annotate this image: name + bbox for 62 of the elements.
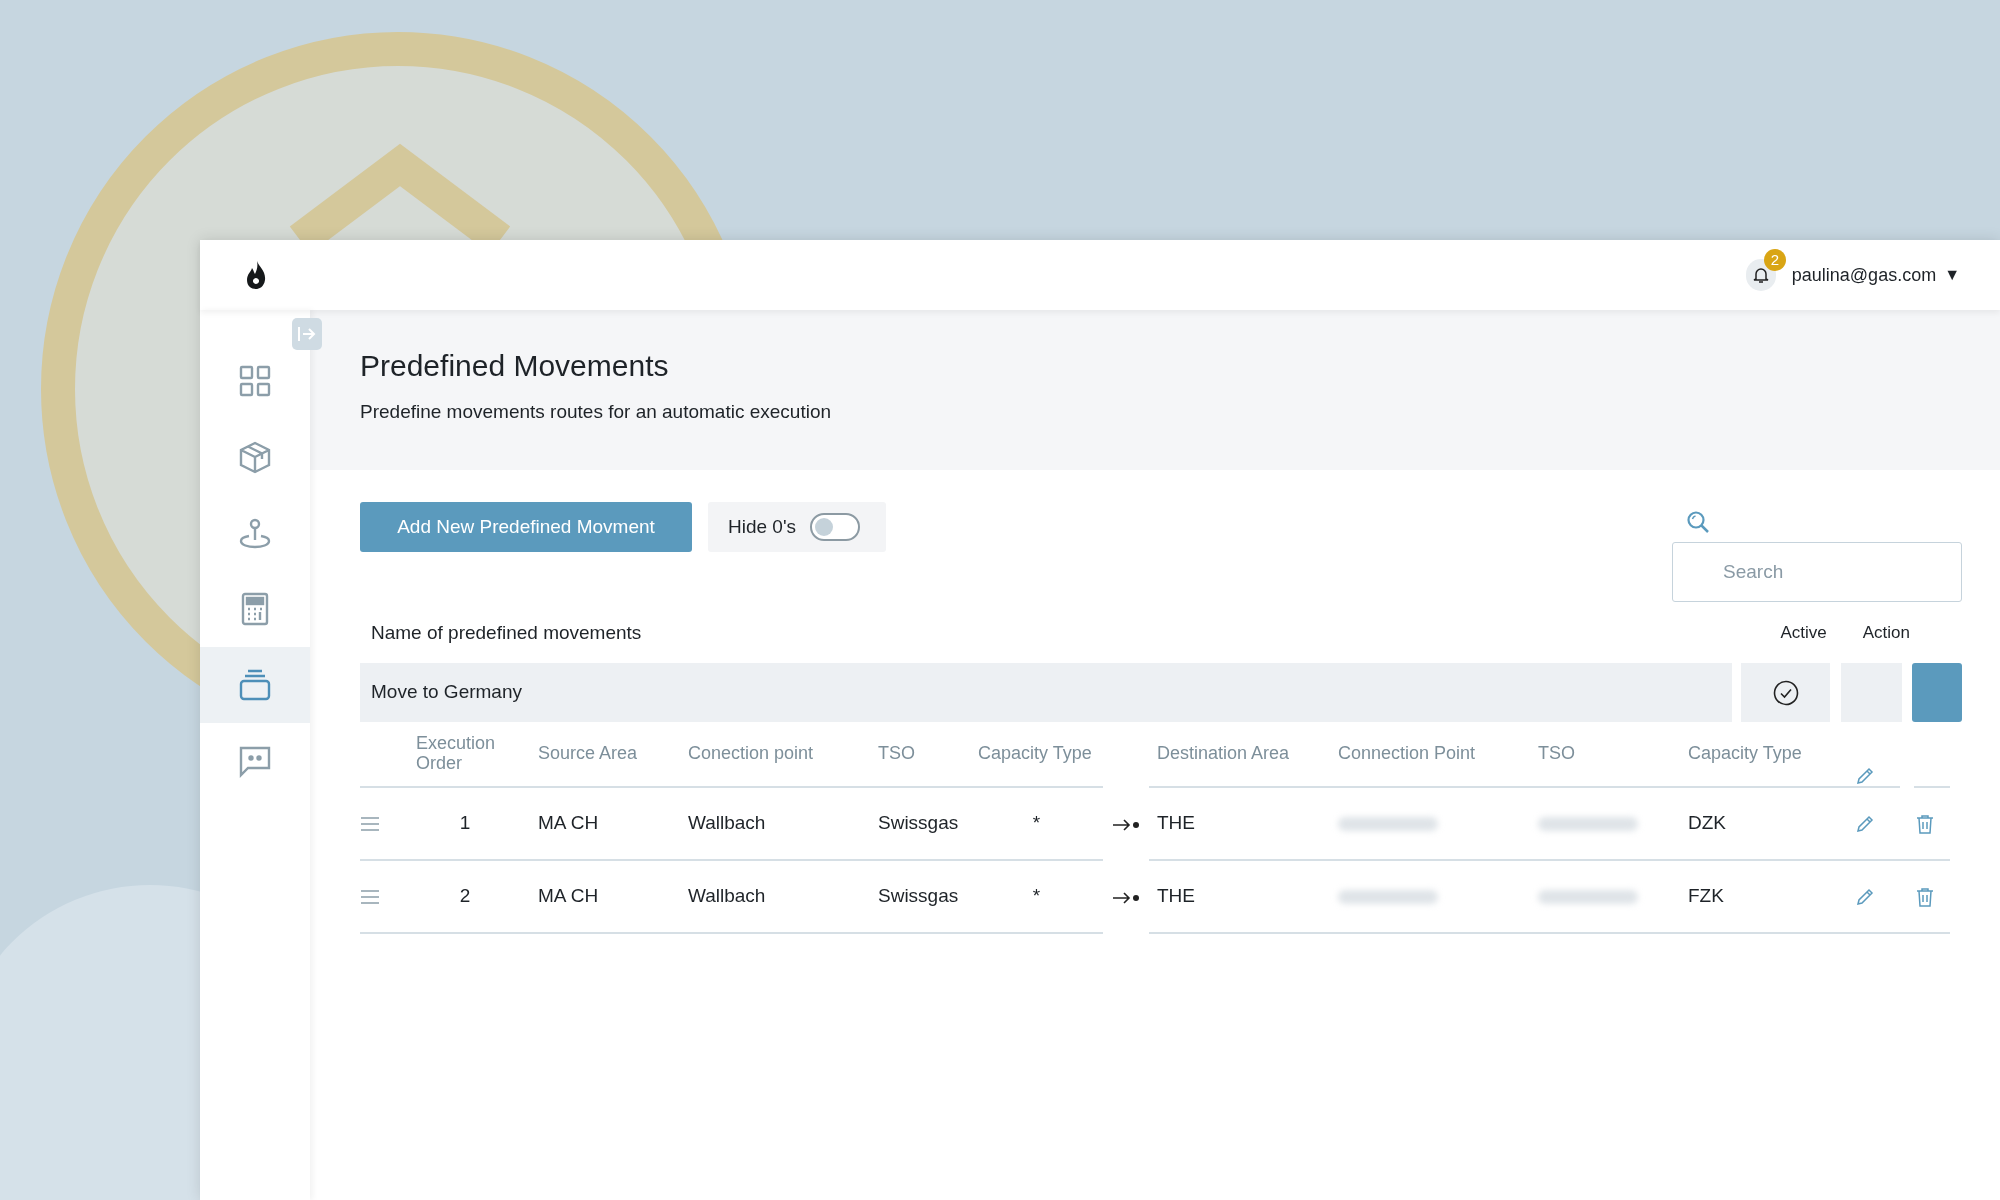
table-cell-text: * [1032,884,1041,909]
movement-group-row[interactable]: Move to Germany [360,663,1732,722]
column-header: Execution Order [416,734,497,774]
expand-arrow-icon [297,325,317,343]
checkmark-icon [1772,679,1799,706]
table-cell-text: THE [1157,884,1195,909]
search-field[interactable]: Search [1672,542,1962,602]
dashboard-grid-icon [238,364,272,398]
column-header: Conection point [688,744,814,764]
sidebar-item[interactable] [200,647,310,723]
table-cell-text: MA CH [538,884,599,909]
table-cell-text: 2 [459,884,471,909]
arrow-to-point-icon [1112,817,1140,832]
table-cell-text: THE [1157,811,1195,836]
table-cell-text: 1 [459,811,471,836]
arrow-to-point-icon [1112,890,1140,905]
flame-logo [246,260,266,290]
delete-button[interactable] [1916,886,1934,907]
column-header: TSO [1538,744,1575,764]
bell-icon [1752,266,1769,284]
search-icon [1686,510,1710,534]
trash-icon [1916,886,1934,907]
column-header: Destination Area [1157,744,1290,764]
collapse-sidebar-button[interactable] [292,318,322,350]
dropdown-caret[interactable]: ▼ [1944,263,1960,287]
group-name: Move to Germany [371,680,522,705]
table-cell-text: FZK [1688,884,1724,909]
drag-handle-icon[interactable] [360,888,380,905]
pencil-icon [1855,886,1875,907]
stacked-cards-icon [238,668,272,702]
table-cell-text: Wallbach [688,884,766,909]
pencil-icon [1855,813,1875,834]
column-header: Source Area [538,744,638,764]
column-header: Name of predefined movements [370,620,643,645]
hide-zeros-label: Hide 0's [728,514,797,539]
column-header: Action [1862,622,1910,645]
drag-handle-icon[interactable] [360,815,380,832]
table-cell-text: DZK [1688,811,1726,836]
hide-zeros-toggle[interactable] [810,513,861,541]
table-cell-text: Wallbach [688,811,766,836]
column-header: Capacity Type [1688,744,1802,764]
edit-button[interactable] [1855,886,1875,907]
edit-button[interactable] [1855,813,1875,834]
table-cell-text: MA CH [538,811,599,836]
edit-button[interactable] [1855,766,1875,786]
pencil-icon [1855,766,1875,786]
table-cell-text: Swissgas [878,811,959,836]
delete-button[interactable] [1916,813,1934,834]
page-subtitle: Predefine movements routes for an automatic execution [360,400,833,424]
location-pin-icon [238,516,272,550]
table-cell-text: * [1032,811,1041,836]
column-header: TSO [878,744,915,764]
column-header: Capacity Type [978,744,1092,764]
notification-badge: 2 [1763,249,1786,271]
table-cell-text: Swissgas [878,884,959,909]
column-header: Connection Point [1338,744,1476,764]
trash-icon [1916,813,1934,834]
chat-icon [238,744,272,778]
package-icon [238,440,272,474]
page-title: Predefined Movements [360,348,670,384]
column-header: Active [1780,622,1827,645]
user-email[interactable]: paulina@gas.com [1791,261,1937,289]
